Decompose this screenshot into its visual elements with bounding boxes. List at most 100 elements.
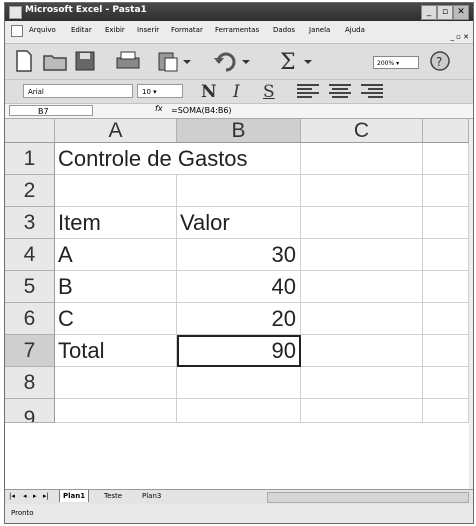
- cell-c1[interactable]: [301, 143, 423, 175]
- row-header-1[interactable]: 1: [5, 143, 55, 175]
- menu-arquivo[interactable]: Arquivo: [29, 26, 56, 34]
- font-size: 10: [142, 88, 151, 96]
- vertical-scrollbar[interactable]: [469, 119, 473, 489]
- cell-d9[interactable]: [423, 399, 469, 423]
- underline-button[interactable]: S: [263, 82, 275, 102]
- font-select[interactable]: Arial: [23, 84, 133, 98]
- select-all-corner[interactable]: [5, 119, 55, 143]
- cell-d3[interactable]: [423, 207, 469, 239]
- cell-d8[interactable]: [423, 367, 469, 399]
- italic-button[interactable]: I: [233, 82, 240, 102]
- menu-dados[interactable]: Dados: [273, 26, 295, 34]
- column-header-b[interactable]: B: [177, 119, 301, 143]
- row-header-5[interactable]: 5: [5, 271, 55, 303]
- menu-inserir[interactable]: Inserir: [137, 26, 159, 34]
- cell-b4[interactable]: 30: [177, 239, 301, 271]
- row-header-7[interactable]: 7: [5, 335, 55, 367]
- menu-ajuda[interactable]: Ajuda: [345, 26, 365, 34]
- cell-b1[interactable]: [177, 143, 301, 175]
- cell-b7-selected[interactable]: 90: [177, 335, 301, 367]
- menu-ferramentas[interactable]: Ferramentas: [215, 26, 259, 34]
- cell-a8[interactable]: [55, 367, 177, 399]
- cell-d5[interactable]: [423, 271, 469, 303]
- fx-icon[interactable]: fx: [155, 104, 163, 113]
- spreadsheet-grid: A B C 1 Controle de Gastos 2 3 Item Valo…: [5, 119, 469, 489]
- column-header-c[interactable]: C: [301, 119, 423, 143]
- first-sheet-icon[interactable]: |◂: [9, 492, 15, 500]
- bold-button[interactable]: N: [201, 82, 217, 102]
- cell-c4[interactable]: [301, 239, 423, 271]
- cell-b3[interactable]: Valor: [177, 207, 301, 239]
- row-header-9[interactable]: 9: [5, 399, 55, 423]
- menu-exibir[interactable]: Exibir: [105, 26, 125, 34]
- sheet-tab-teste[interactable]: Teste: [101, 490, 125, 502]
- excel-app-icon[interactable]: [9, 6, 22, 19]
- row-header-8[interactable]: 8: [5, 367, 55, 399]
- cell-d2[interactable]: [423, 175, 469, 207]
- prev-sheet-icon[interactable]: ◂: [23, 492, 27, 500]
- cell-c6[interactable]: [301, 303, 423, 335]
- autosum-icon[interactable]: Σ: [277, 50, 323, 75]
- name-box[interactable]: B7: [9, 105, 93, 116]
- cell-d1[interactable]: [423, 143, 469, 175]
- font-size-select[interactable]: 10 ▾: [137, 84, 183, 98]
- cell-a3[interactable]: Item: [55, 207, 177, 239]
- help-icon[interactable]: ?: [427, 50, 453, 72]
- cell-d7[interactable]: [423, 335, 469, 367]
- next-sheet-icon[interactable]: ▸: [33, 492, 37, 500]
- row-header-4[interactable]: 4: [5, 239, 55, 271]
- sheet-tabs-bar: |◂ ◂ ▸ ▸| Plan1 Teste Plan3: [5, 489, 473, 504]
- last-sheet-icon[interactable]: ▸|: [43, 492, 49, 500]
- cell-c9[interactable]: [301, 399, 423, 423]
- cell-a2[interactable]: [55, 175, 177, 207]
- row-header-6[interactable]: 6: [5, 303, 55, 335]
- row-header-3[interactable]: 3: [5, 207, 55, 239]
- paste-icon[interactable]: [155, 50, 195, 72]
- maximize-button[interactable]: ▫: [437, 5, 453, 20]
- cell-a7[interactable]: Total: [55, 335, 177, 367]
- cell-c5[interactable]: [301, 271, 423, 303]
- title-bar: Microsoft Excel - Pasta1 _ ▫ ✕: [5, 3, 473, 21]
- workbook-window-controls[interactable]: _ ▫ ✕: [450, 33, 469, 41]
- horizontal-scrollbar[interactable]: [267, 492, 469, 503]
- align-center-icon[interactable]: [329, 82, 351, 100]
- cell-d6[interactable]: [423, 303, 469, 335]
- print-icon[interactable]: [113, 50, 143, 72]
- formula-input[interactable]: =SOMA(B4:B6): [171, 105, 232, 116]
- cell-a5[interactable]: B: [55, 271, 177, 303]
- cell-b9[interactable]: [177, 399, 301, 423]
- align-right-icon[interactable]: [361, 82, 383, 100]
- minimize-button[interactable]: _: [421, 5, 437, 20]
- align-left-icon[interactable]: [297, 82, 319, 100]
- cell-a6[interactable]: C: [55, 303, 177, 335]
- cell-b2[interactable]: [177, 175, 301, 207]
- font-name: Arial: [28, 88, 44, 96]
- cell-c7[interactable]: [301, 335, 423, 367]
- open-icon[interactable]: [41, 50, 69, 72]
- sheet-tab-plan3[interactable]: Plan3: [139, 490, 164, 502]
- cell-b6[interactable]: 20: [177, 303, 301, 335]
- cell-c8[interactable]: [301, 367, 423, 399]
- cell-a4[interactable]: A: [55, 239, 177, 271]
- row-header-2[interactable]: 2: [5, 175, 55, 207]
- close-button[interactable]: ✕: [453, 5, 469, 20]
- cell-c2[interactable]: [301, 175, 423, 207]
- menu-editar[interactable]: Editar: [71, 26, 92, 34]
- cell-b8[interactable]: [177, 367, 301, 399]
- new-icon[interactable]: [13, 50, 35, 72]
- save-icon[interactable]: [73, 50, 97, 72]
- cell-b5[interactable]: 40: [177, 271, 301, 303]
- menu-janela[interactable]: Janela: [309, 26, 330, 34]
- cell-a1[interactable]: Controle de Gastos: [55, 143, 248, 175]
- zoom-select[interactable]: 200% ▾: [373, 56, 419, 69]
- column-header-a[interactable]: A: [55, 119, 177, 143]
- cell-d4[interactable]: [423, 239, 469, 271]
- column-header-d[interactable]: [423, 119, 469, 143]
- document-icon[interactable]: [11, 25, 23, 37]
- zoom-value: 200%: [377, 60, 395, 67]
- cell-a9[interactable]: [55, 399, 177, 423]
- undo-icon[interactable]: [211, 50, 255, 72]
- cell-c3[interactable]: [301, 207, 423, 239]
- menu-formatar[interactable]: Formatar: [171, 26, 203, 34]
- sheet-tab-plan1[interactable]: Plan1: [59, 490, 90, 502]
